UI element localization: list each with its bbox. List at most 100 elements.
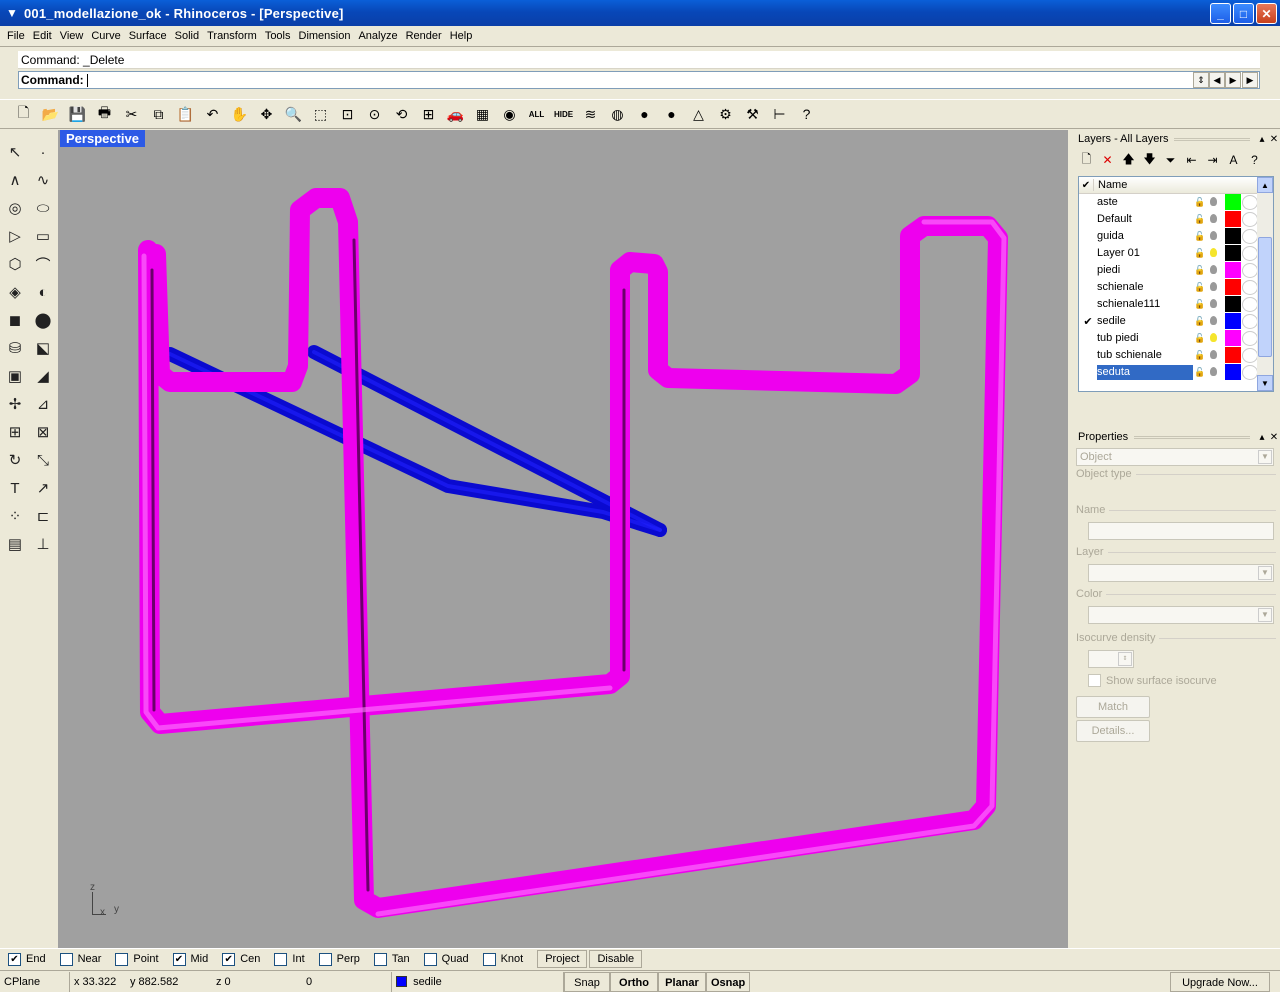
zoom-window-icon[interactable]: ⬚ bbox=[307, 101, 334, 127]
close-button[interactable]: ✕ bbox=[1256, 3, 1277, 24]
lightbulb-icon[interactable] bbox=[1207, 196, 1219, 209]
new-icon[interactable]: 🗋 bbox=[10, 101, 37, 127]
grid-icon[interactable]: ⁘ bbox=[1, 502, 29, 530]
layer-name[interactable]: seduta bbox=[1097, 365, 1193, 380]
menu-file[interactable]: File bbox=[3, 30, 29, 42]
show-object-icon[interactable]: ◉ bbox=[496, 101, 523, 127]
layer-name[interactable]: tub schienale bbox=[1097, 348, 1193, 363]
lightbulb-icon[interactable] bbox=[1207, 298, 1219, 311]
osnap-toggle[interactable]: Osnap bbox=[706, 971, 750, 992]
material-icon[interactable] bbox=[1242, 195, 1258, 210]
scroll-left-icon[interactable]: ◀ bbox=[1209, 72, 1225, 88]
scroll-down-icon[interactable]: ▼ bbox=[1257, 375, 1273, 391]
render-sphere-icon[interactable]: ● bbox=[631, 101, 658, 127]
material-icon[interactable] bbox=[1242, 246, 1258, 261]
explode-icon[interactable]: ▣ bbox=[1, 362, 29, 390]
layer-color-swatch[interactable] bbox=[1225, 313, 1241, 329]
layer-row[interactable]: tub schienale 🔓 bbox=[1079, 347, 1273, 364]
disable-button[interactable]: Disable bbox=[589, 950, 643, 968]
match-button[interactable]: Match bbox=[1076, 696, 1150, 718]
open-icon[interactable]: 📂 bbox=[37, 101, 64, 127]
menu-render[interactable]: Render bbox=[402, 30, 446, 42]
osnap-int-checkbox[interactable]: Int bbox=[274, 952, 305, 966]
color-select[interactable]: ▼ bbox=[1088, 606, 1274, 624]
current-layer-check[interactable]: ✔ bbox=[1079, 315, 1097, 328]
layer-color-swatch[interactable] bbox=[1225, 296, 1241, 312]
menu-edit[interactable]: Edit bbox=[29, 30, 56, 42]
layer-name[interactable]: schienale bbox=[1097, 280, 1193, 295]
unlock-icon[interactable]: 🔓 bbox=[1193, 231, 1207, 242]
pan-icon[interactable]: ✋ bbox=[226, 101, 253, 127]
layer-name[interactable]: sedile bbox=[1097, 314, 1193, 329]
osnap-cen-checkbox[interactable]: ✔ Cen bbox=[222, 952, 260, 966]
move-layer-down-icon[interactable]: 🡇 bbox=[1139, 150, 1160, 170]
revolve-icon[interactable]: ◐ bbox=[29, 278, 57, 306]
hexagon-icon[interactable]: ⬡ bbox=[1, 250, 29, 278]
object-select[interactable]: Object ▼ bbox=[1076, 448, 1274, 466]
transform-icon[interactable]: ⤡ bbox=[29, 446, 57, 474]
layer-name[interactable]: schienale111 bbox=[1097, 297, 1193, 312]
osnap-tan-checkbox[interactable]: Tan bbox=[373, 952, 410, 966]
unlock-icon[interactable]: 🔓 bbox=[1193, 350, 1207, 361]
details-button[interactable]: Details... bbox=[1076, 720, 1150, 742]
surface-icon[interactable]: ◈ bbox=[1, 278, 29, 306]
polyline-icon[interactable]: ∧ bbox=[1, 166, 29, 194]
unlock-icon[interactable]: 🔓 bbox=[1193, 214, 1207, 225]
zoom-selected-icon[interactable]: ⊙ bbox=[361, 101, 388, 127]
material-icon[interactable] bbox=[1242, 229, 1258, 244]
ortho-toggle[interactable]: Ortho bbox=[610, 971, 658, 992]
delete-layer-icon[interactable]: ✕ bbox=[1097, 150, 1118, 170]
lightbulb-icon[interactable] bbox=[1207, 332, 1219, 345]
light-icon[interactable]: △ bbox=[685, 101, 712, 127]
osnap-mid-checkbox[interactable]: ✔ Mid bbox=[172, 952, 208, 966]
scroll-updown-icon[interactable]: ⇕ bbox=[1193, 72, 1209, 88]
layer-name[interactable]: aste bbox=[1097, 195, 1193, 210]
osnap-quad-checkbox[interactable]: Quad bbox=[423, 952, 469, 966]
panel-close-icon[interactable]: ✕ bbox=[1268, 134, 1280, 145]
panel-collapse-icon[interactable]: ▴ bbox=[1256, 432, 1268, 443]
zoom-extents-icon[interactable]: ⊡ bbox=[334, 101, 361, 127]
name-field[interactable] bbox=[1088, 522, 1274, 540]
move-layer-up-icon[interactable]: 🡅 bbox=[1118, 150, 1139, 170]
layer-row[interactable]: Layer 01 🔓 bbox=[1079, 245, 1273, 262]
material-icon[interactable] bbox=[1242, 280, 1258, 295]
menu-surface[interactable]: Surface bbox=[125, 30, 171, 42]
cylinder-icon[interactable]: ⛁ bbox=[1, 334, 29, 362]
layer-row[interactable]: guida 🔓 bbox=[1079, 228, 1273, 245]
material-icon[interactable] bbox=[1242, 331, 1258, 346]
layer-color-swatch[interactable] bbox=[1225, 228, 1241, 244]
move-icon[interactable]: ✢ bbox=[1, 390, 29, 418]
layer-color-swatch[interactable] bbox=[1225, 364, 1241, 380]
circle-icon[interactable]: ◎ bbox=[1, 194, 29, 222]
current-layer-indicator[interactable]: sedile bbox=[392, 971, 564, 992]
maximize-button[interactable]: □ bbox=[1233, 3, 1254, 24]
lightbulb-icon[interactable] bbox=[1207, 230, 1219, 243]
planar-toggle[interactable]: Planar bbox=[658, 971, 706, 992]
osnap-knot-checkbox[interactable]: Knot bbox=[482, 952, 523, 966]
scroll-up-icon[interactable]: ▲ bbox=[1257, 177, 1273, 193]
panel-close-icon[interactable]: ✕ bbox=[1268, 432, 1280, 443]
copy-icon[interactable]: ⧉ bbox=[145, 101, 172, 127]
layer-row[interactable]: schienale 🔓 bbox=[1079, 279, 1273, 296]
upgrade-now-button[interactable]: Upgrade Now... bbox=[1170, 971, 1270, 992]
layer-color-swatch[interactable] bbox=[1225, 245, 1241, 261]
material-icon[interactable] bbox=[1242, 263, 1258, 278]
menu-help[interactable]: Help bbox=[446, 30, 477, 42]
unlock-icon[interactable]: 🔓 bbox=[1193, 367, 1207, 378]
color-wheel-icon[interactable]: ◍ bbox=[604, 101, 631, 127]
boolean-icon[interactable]: ⬤ bbox=[29, 306, 57, 334]
box-icon[interactable]: ◼ bbox=[1, 306, 29, 334]
show-isocurve-checkbox[interactable]: Show surface isocurve bbox=[1088, 674, 1217, 687]
menu-analyze[interactable]: Analyze bbox=[354, 30, 401, 42]
layer-list-scrollbar[interactable]: ▲ ▼ bbox=[1257, 177, 1273, 391]
show-all-button[interactable]: ALL bbox=[523, 101, 550, 127]
layer-row[interactable]: ✔ sedile 🔓 bbox=[1079, 313, 1273, 330]
layer-row[interactable]: Default 🔓 bbox=[1079, 211, 1273, 228]
save-icon[interactable]: 💾 bbox=[64, 101, 91, 127]
layer-name[interactable]: Default bbox=[1097, 212, 1193, 227]
osnap-perp-checkbox[interactable]: Perp bbox=[318, 952, 360, 966]
lightbulb-icon[interactable] bbox=[1207, 213, 1219, 226]
layer-name[interactable]: tub piedi bbox=[1097, 331, 1193, 346]
rectangle-icon[interactable]: ▭ bbox=[29, 222, 57, 250]
isocurve-spinner[interactable]: ⇕ bbox=[1088, 650, 1134, 668]
